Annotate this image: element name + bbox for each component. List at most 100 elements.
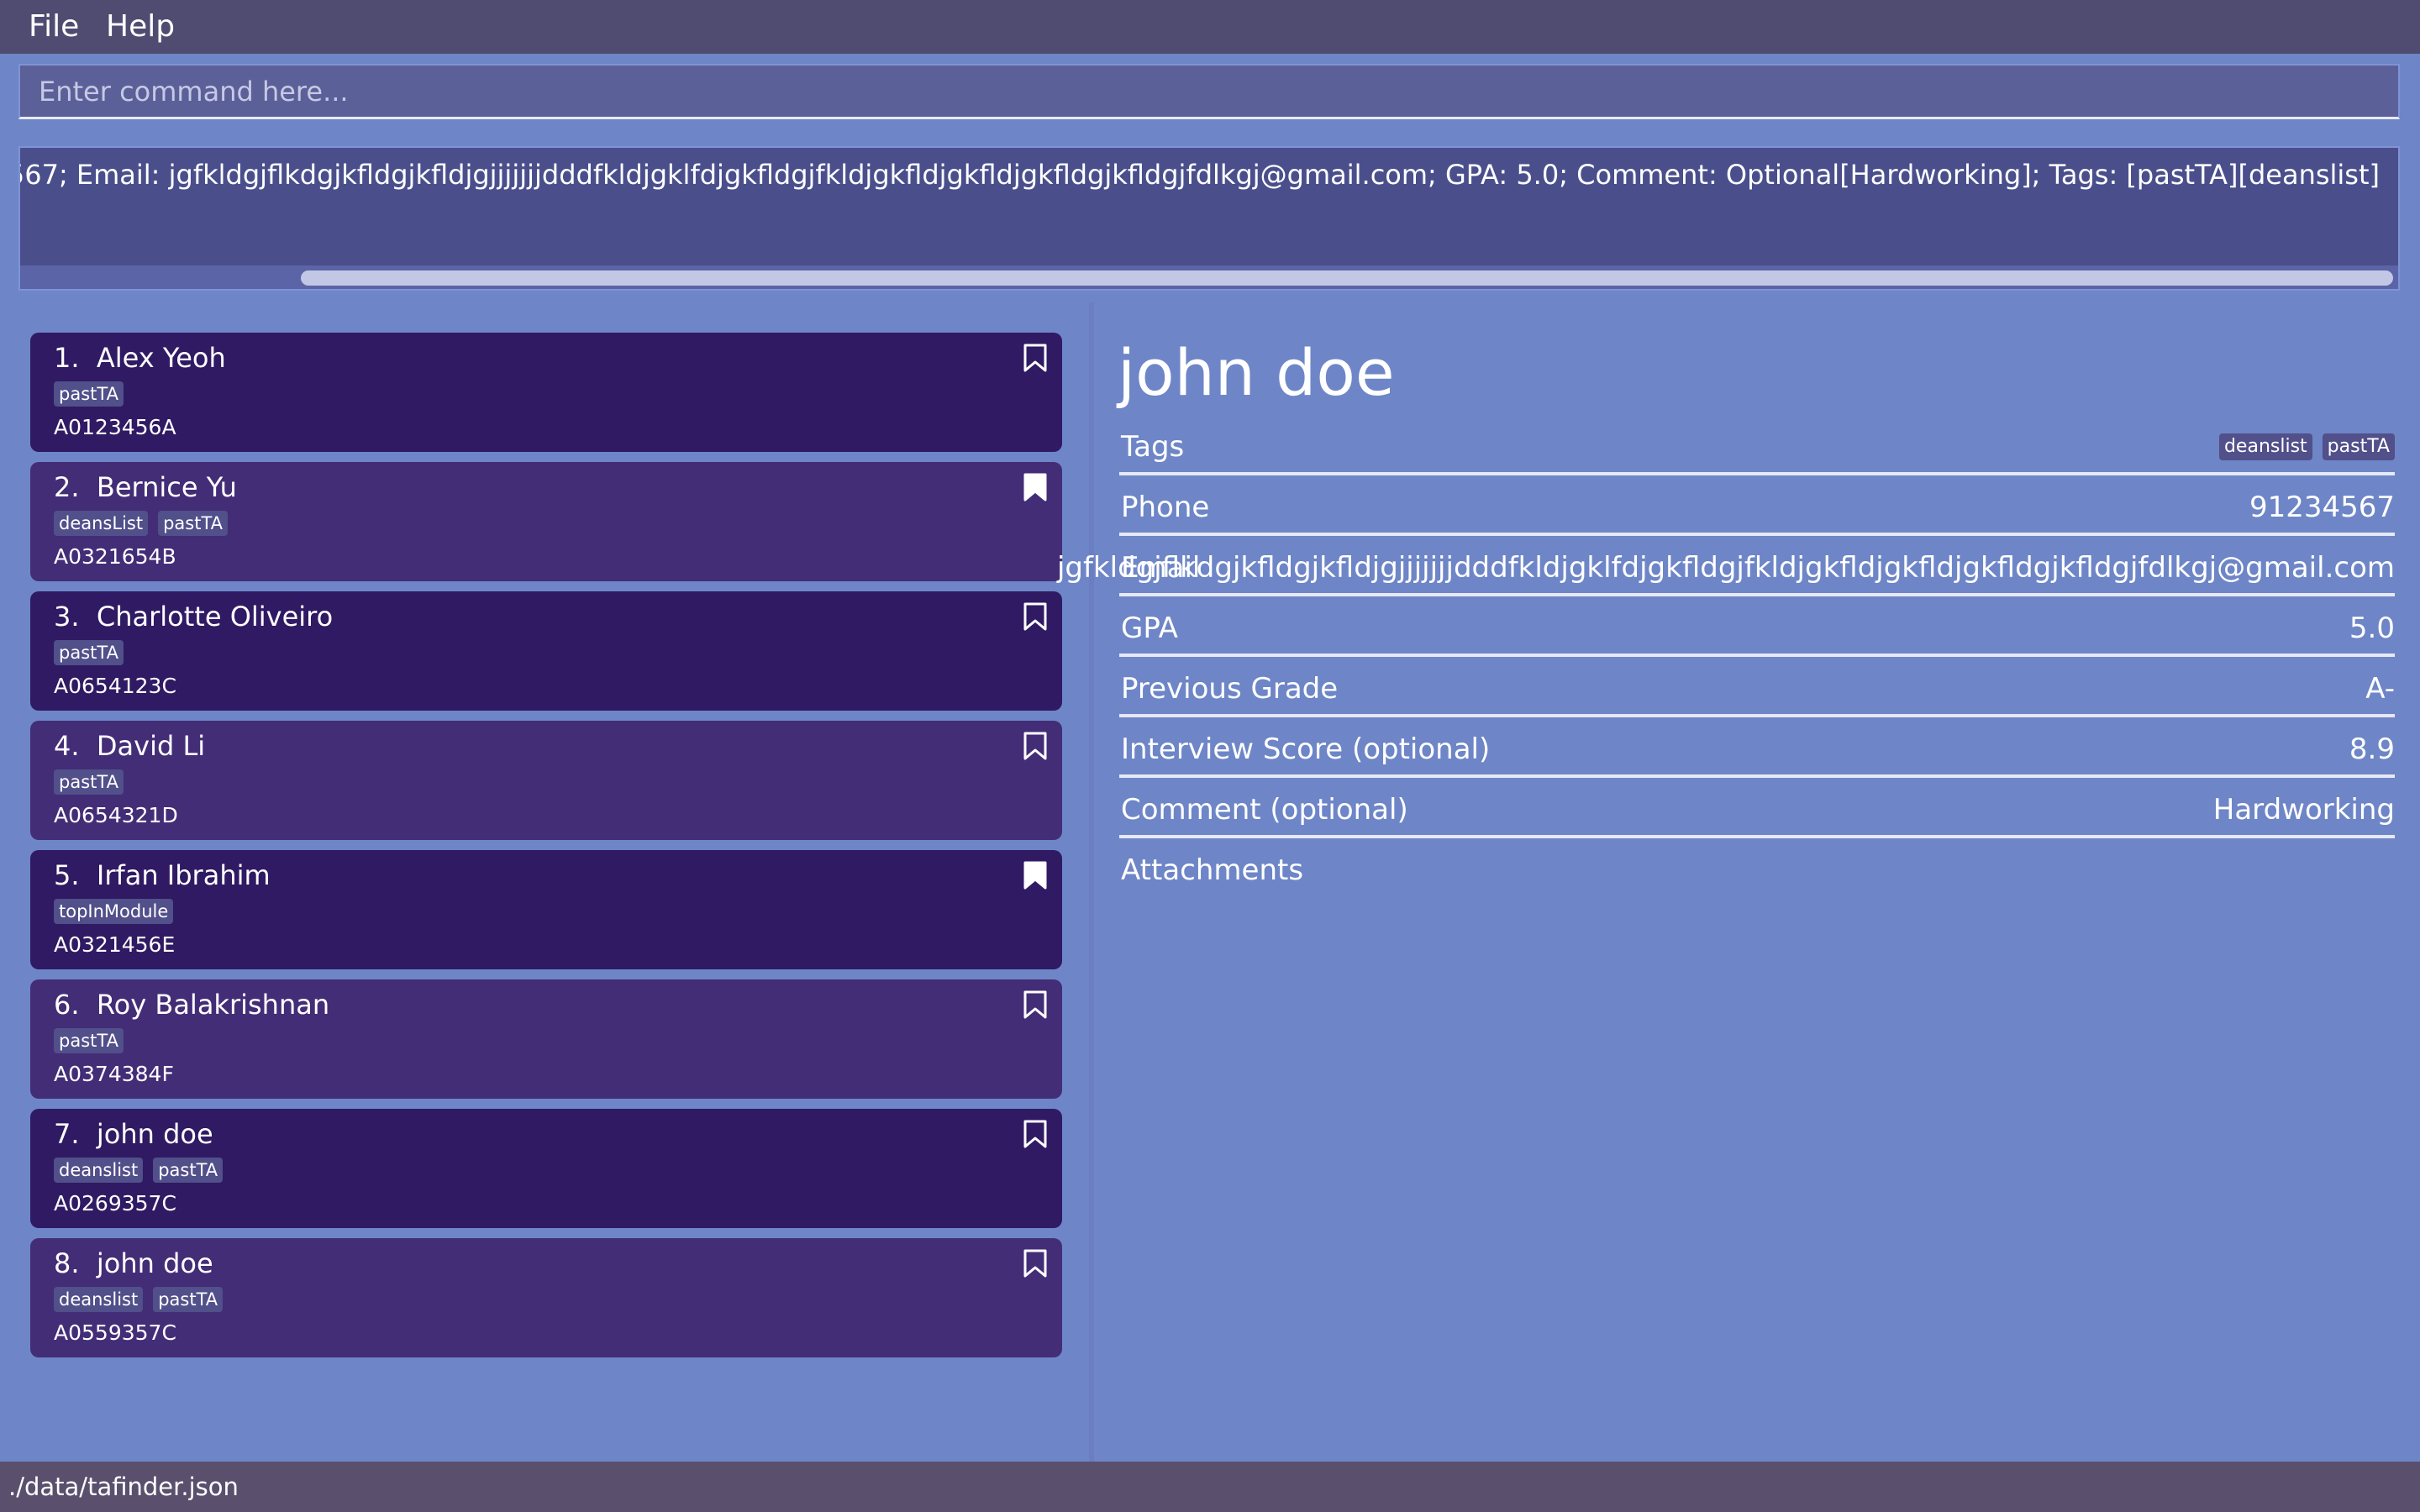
person-index: 4. <box>54 730 80 762</box>
person-tag: pastTA <box>153 1158 224 1183</box>
person-card[interactable]: 6. Roy Balakrishnan pastTA A0374384F <box>30 979 1062 1099</box>
person-card-title: 5. Irfan Ibrahim <box>54 858 271 892</box>
menu-help[interactable]: Help <box>106 8 175 45</box>
detail-row-comment: Comment (optional) Hardworking <box>1119 780 2395 838</box>
person-card[interactable]: 3. Charlotte Oliveiro pastTA A0654123C <box>30 591 1062 711</box>
person-list: 1. Alex Yeoh pastTA A0123456A 2. Bernice Yu… <box>0 302 1089 1462</box>
result-scrollbar-thumb[interactable] <box>301 270 2393 286</box>
person-index: 6. <box>54 989 80 1021</box>
bookmark-icon[interactable] <box>1022 1119 1049 1149</box>
person-card[interactable]: 8. john doe deanslist pastTA A0559357C <box>30 1238 1062 1357</box>
detail-row-previous-grade: Previous Grade A- <box>1119 659 2395 717</box>
person-card[interactable]: 7. john doe deanslist pastTA A0269357C <box>30 1109 1062 1228</box>
person-tags: pastTA <box>54 381 124 407</box>
person-name: john doe <box>96 1247 213 1279</box>
detail-interview-score-value: 8.9 <box>2349 732 2395 766</box>
detail-tag: pastTA <box>2322 433 2395 460</box>
detail-email-value: jgfkldgjflkdgjkfldgjkfldjgjjjjjjjdddfkld… <box>1056 551 2395 585</box>
detail-row-tags: Tags deanslist pastTA <box>1119 417 2395 475</box>
detail-tags: deanslist pastTA <box>2218 433 2395 460</box>
bookmark-icon[interactable] <box>1022 601 1049 632</box>
person-name: Roy Balakrishnan <box>96 989 330 1021</box>
person-student-id: A0123456A <box>54 415 176 439</box>
person-card[interactable]: 2. Bernice Yu deansList pastTA A0321654B <box>30 462 1062 581</box>
detail-row-interview-score: Interview Score (optional) 8.9 <box>1119 719 2395 778</box>
person-index: 5. <box>54 859 80 891</box>
bookmark-icon[interactable] <box>1022 990 1049 1020</box>
person-tags: pastTA <box>54 1028 124 1053</box>
person-student-id: A0654321D <box>54 803 178 827</box>
detail-phone-value: 91234567 <box>2249 491 2395 524</box>
status-bar: ./data/tafinder.json <box>0 1462 2420 1512</box>
detail-name: john doe <box>1118 335 1395 410</box>
person-tags: topInModule <box>54 899 174 924</box>
person-name: Bernice Yu <box>96 471 237 503</box>
person-index: 1. <box>54 342 80 374</box>
person-card[interactable]: 1. Alex Yeoh pastTA A0123456A <box>30 333 1062 452</box>
bookmark-filled-icon[interactable] <box>1022 860 1049 890</box>
detail-comment-label: Comment (optional) <box>1121 793 1408 827</box>
person-student-id: A0321456E <box>54 932 176 957</box>
person-card[interactable]: 5. Irfan Ibrahim topInModule A0321456E <box>30 850 1062 969</box>
person-index: 3. <box>54 601 80 633</box>
bookmark-icon[interactable] <box>1022 1248 1049 1278</box>
person-name: Irfan Ibrahim <box>96 859 271 891</box>
detail-phone-label: Phone <box>1121 491 1210 524</box>
person-name: john doe <box>96 1118 213 1150</box>
command-box <box>0 54 2420 134</box>
person-student-id: A0654123C <box>54 674 176 698</box>
person-card-title: 6. Roy Balakrishnan <box>54 988 329 1021</box>
detail-row-attachments: Attachments <box>1119 840 2395 899</box>
result-text: Name: john doe; Phone: 91234567; Email: … <box>20 159 2380 191</box>
person-student-id: A0374384F <box>54 1062 174 1086</box>
person-index: 2. <box>54 471 80 503</box>
person-index: 7. <box>54 1118 80 1150</box>
person-card-title: 1. Alex Yeoh <box>54 341 226 375</box>
detail-gpa-value: 5.0 <box>2349 612 2395 645</box>
detail-gpa-label: GPA <box>1121 612 1178 645</box>
person-student-id: A0269357C <box>54 1191 176 1215</box>
person-name: Alex Yeoh <box>96 342 226 374</box>
detail-row-email: Email jgfkldgjflkdgjkfldgjkfldjgjjjjjjjd… <box>1057 538 2395 596</box>
detail-previous-grade-value: A- <box>2365 672 2395 706</box>
menu-bar: File Help <box>0 0 2420 54</box>
person-tags: deanslist pastTA <box>54 1287 224 1312</box>
person-index: 8. <box>54 1247 80 1279</box>
person-tags: deanslist pastTA <box>54 1158 224 1183</box>
person-student-id: A0559357C <box>54 1320 176 1345</box>
person-tag: pastTA <box>54 1028 124 1053</box>
person-tag: deanslist <box>54 1287 144 1312</box>
detail-tag: deanslist <box>2218 433 2312 460</box>
bookmark-icon[interactable] <box>1022 731 1049 761</box>
person-tags: pastTA <box>54 640 124 665</box>
detail-row-phone: Phone 91234567 <box>1119 477 2395 536</box>
bookmark-icon[interactable] <box>1022 343 1049 373</box>
person-card-title: 7. john doe <box>54 1117 213 1151</box>
person-tag: deansList <box>54 511 149 536</box>
result-display: Name: john doe; Phone: 91234567; Email: … <box>18 146 2400 291</box>
menu-file[interactable]: File <box>29 8 79 45</box>
person-tag: topInModule <box>54 899 174 924</box>
command-input[interactable] <box>18 64 2400 119</box>
person-card-title: 2. Bernice Yu <box>54 470 237 504</box>
person-card-title: 4. David Li <box>54 729 205 763</box>
person-tag: pastTA <box>54 381 124 407</box>
person-card[interactable]: 4. David Li pastTA A0654321D <box>30 721 1062 840</box>
status-file-path: ./data/tafinder.json <box>8 1473 239 1501</box>
person-tags: deansList pastTA <box>54 511 229 536</box>
person-student-id: A0321654B <box>54 544 176 569</box>
detail-attachments-label: Attachments <box>1121 853 1304 887</box>
person-tag: pastTA <box>54 640 124 665</box>
detail-comment-value: Hardworking <box>2212 793 2395 827</box>
detail-row-gpa: GPA 5.0 <box>1119 598 2395 657</box>
person-detail-panel: john doe Tags deanslist pastTA Phone 912… <box>1057 302 2420 1462</box>
person-name: David Li <box>96 730 206 762</box>
person-tag: deanslist <box>54 1158 144 1183</box>
person-tag: pastTA <box>54 769 124 795</box>
result-scrollbar[interactable] <box>20 265 2398 289</box>
detail-tags-label: Tags <box>1121 430 1185 464</box>
person-card-title: 8. john doe <box>54 1247 213 1280</box>
detail-previous-grade-label: Previous Grade <box>1121 672 1339 706</box>
bookmark-filled-icon[interactable] <box>1022 472 1049 502</box>
person-card-title: 3. Charlotte Oliveiro <box>54 600 333 633</box>
